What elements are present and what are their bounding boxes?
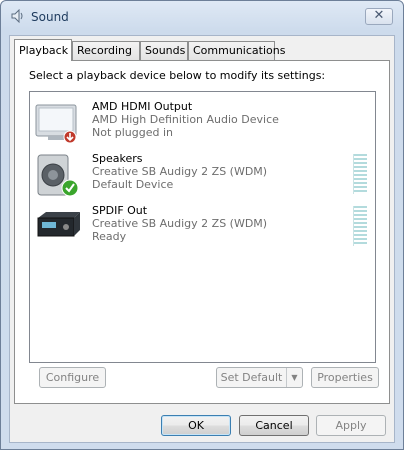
close-button[interactable]: ✕: [365, 8, 393, 25]
configure-button[interactable]: Configure: [39, 367, 106, 388]
device-status: Not plugged in: [92, 126, 174, 139]
device-description: AMD High Definition Audio Device: [92, 113, 279, 126]
device-list[interactable]: AMD HDMI Output AMD High Definition Audi…: [29, 91, 376, 363]
receiver-icon: [37, 212, 80, 237]
sound-dialog: Sound ✕ Playback Recording Sounds Commun…: [0, 0, 404, 450]
dialog-client: Playback Recording Sounds Communications…: [9, 35, 395, 443]
level-meter: [353, 206, 367, 246]
playback-panel: Select a playback device below to modify…: [14, 60, 390, 404]
tab-sounds[interactable]: Sounds: [140, 41, 188, 60]
device-name: Speakers: [92, 152, 143, 165]
monitor-icon: [35, 104, 77, 144]
set-default-label: Set Default: [220, 371, 283, 384]
properties-button[interactable]: Properties: [311, 367, 379, 388]
device-name: SPDIF Out: [92, 204, 148, 217]
speaker-title-icon: [11, 9, 23, 23]
tab-playback[interactable]: Playback: [14, 39, 72, 61]
ok-button[interactable]: OK: [161, 415, 231, 436]
instruction-text: Select a playback device below to modify…: [29, 69, 326, 82]
tab-recording[interactable]: Recording: [72, 41, 140, 60]
device-name: AMD HDMI Output: [92, 100, 193, 113]
cancel-button[interactable]: Cancel: [239, 415, 309, 436]
level-meter: [353, 154, 367, 194]
device-status: Ready: [92, 230, 127, 243]
list-item-amd-hdmi[interactable]: AMD HDMI Output AMD High Definition Audi…: [30, 96, 375, 148]
set-default-button[interactable]: Set Default ▼: [216, 367, 303, 388]
apply-button[interactable]: Apply: [316, 415, 386, 436]
device-description: Creative SB Audigy 2 ZS (WDM): [92, 165, 268, 178]
device-description: Creative SB Audigy 2 ZS (WDM): [92, 217, 268, 230]
speaker-icon: [37, 154, 79, 197]
chevron-down-icon[interactable]: ▼: [286, 368, 302, 387]
device-status: Default Device: [92, 178, 174, 191]
window-title: Sound: [31, 10, 69, 24]
list-item-spdif-out[interactable]: SPDIF Out Creative SB Audigy 2 ZS (WDM) …: [30, 200, 375, 252]
list-item-speakers[interactable]: Speakers Creative SB Audigy 2 ZS (WDM) D…: [30, 148, 375, 200]
tab-communications[interactable]: Communications: [188, 41, 285, 60]
title-bar[interactable]: Sound ✕: [1, 1, 403, 31]
